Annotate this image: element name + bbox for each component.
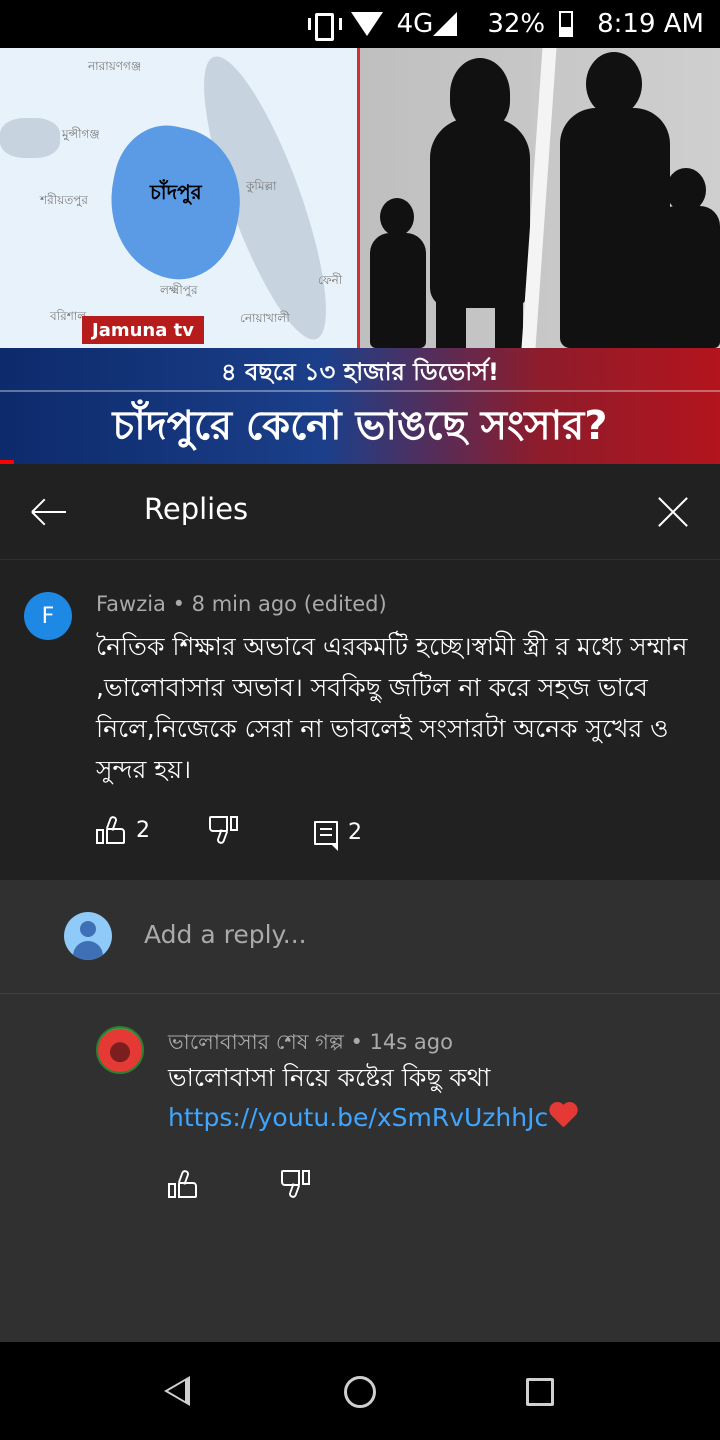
parent-comment: F Fawzia • 8 min ago (edited) নৈতিক শিক্… [0, 560, 720, 880]
map-label: নারায়ণগঞ্জ [88, 59, 142, 73]
thumbs-down-icon [280, 1170, 310, 1199]
back-arrow-icon[interactable] [20, 488, 68, 536]
map-label: শরীয়তপুর [40, 193, 88, 207]
vibrate-icon [307, 11, 342, 41]
system-nav-bar [0, 1342, 720, 1440]
comment-text: নৈতিক শিক্ষার অভাবে এরকমটি হচ্ছে।স্বামী … [96, 632, 688, 784]
network-type: 4G [396, 9, 434, 39]
reply-dislike-button[interactable] [280, 1170, 310, 1199]
headline-banner: ৪ বছরে ১৩ হাজার ডিভোর্স! চাঁদপুরে কেনো ভ… [0, 348, 720, 464]
comment-icon [314, 820, 338, 851]
map-label: কুমিল্লা [246, 179, 277, 193]
commenter-avatar[interactable]: F [24, 592, 72, 640]
reply-body: ভালোবাসা নিয়ে কষ্টের কিছু কথা https://y… [168, 1058, 688, 1138]
reply-meta: ভালোবাসার শেষ গল্প • 14s ago [168, 1030, 453, 1054]
wifi-icon [350, 12, 383, 36]
like-count: 2 [136, 817, 150, 843]
family-silhouette-image [360, 48, 720, 348]
dislike-button[interactable] [208, 816, 238, 845]
map-label: লক্ষ্মীপুর [160, 283, 198, 297]
thumbs-down-icon [208, 816, 238, 845]
nav-recents-icon[interactable] [526, 1378, 554, 1406]
map-label: মুন্সীগঞ্জ [62, 127, 100, 141]
clock: 8:19 AM [597, 9, 704, 39]
reply-input[interactable]: Add a reply... [144, 920, 307, 949]
nav-home-icon[interactable] [344, 1376, 376, 1408]
map-label: ফেনী [318, 273, 343, 287]
close-icon[interactable] [648, 488, 696, 536]
comment-meta: Fawzia • 8 min ago (edited) [96, 592, 387, 616]
video-player[interactable]: নারায়ণগঞ্জ মুন্সীগঞ্জ শরীয়তপুর কুমিল্ল… [0, 48, 720, 464]
status-bar: 4G 32% 8:19 AM [0, 0, 720, 48]
replies-button[interactable]: 2 [314, 820, 362, 851]
reply-link[interactable]: https://youtu.be/xSmRvUzhhJc [168, 1103, 548, 1132]
add-reply-row[interactable]: Add a reply... [0, 880, 720, 994]
headline-large: চাঁদপুরে কেনো ভাঙছে সংসার? [112, 403, 608, 449]
reply-count: 2 [348, 820, 362, 845]
channel-badge: Jamuna tv [82, 316, 204, 344]
reply-text: ভালোবাসা নিয়ে কষ্টের কিছু কথা [168, 1063, 491, 1092]
map-label: নোয়াখালী [240, 311, 290, 325]
map-label: বরিশাল [50, 309, 87, 323]
battery-percent: 32% [487, 9, 546, 39]
replier-avatar[interactable] [96, 1026, 144, 1074]
map-main-label: চাঁদপুর [150, 180, 202, 204]
replies-screen: 4G 32% 8:19 AM নারায়ণগঞ্জ মুন্সীগঞ্জ শর… [0, 0, 720, 1440]
reply-like-button[interactable] [168, 1169, 198, 1198]
battery-icon [559, 11, 574, 37]
replies-title: Replies [144, 492, 249, 526]
heart-icon [548, 1103, 578, 1129]
map-image: নারায়ণগঞ্জ মুন্সীগঞ্জ শরীয়তপুর কুমিল্ল… [0, 48, 360, 351]
like-button[interactable]: 2 [96, 815, 150, 844]
user-avatar [64, 912, 112, 960]
headline-small: ৪ বছরে ১৩ হাজার ডিভোর্স! [221, 358, 499, 386]
signal-icon [433, 12, 458, 36]
thumbs-up-icon [168, 1169, 198, 1198]
replies-header: Replies [0, 464, 720, 560]
reply-item: ভালোবাসার শেষ গল্প • 14s ago ভালোবাসা নি… [0, 994, 720, 1342]
nav-back-icon[interactable] [164, 1376, 190, 1406]
thumbs-up-icon [96, 815, 126, 844]
